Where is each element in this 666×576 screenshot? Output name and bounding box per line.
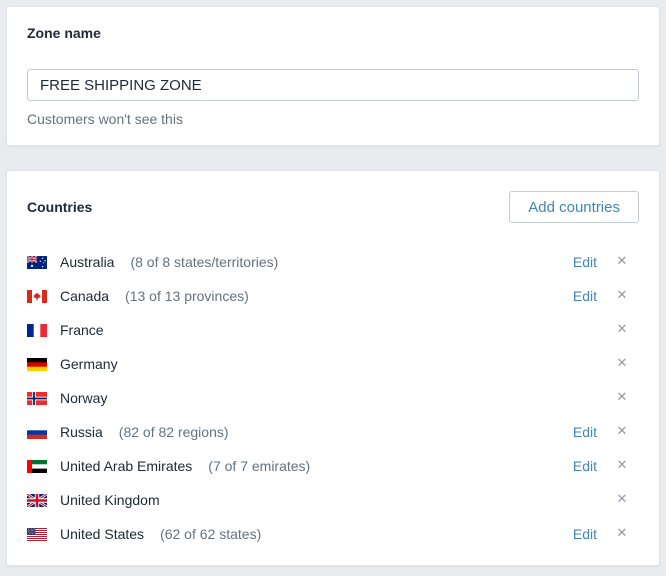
- shipping-zone-settings: Zone name Customers won't see this Count…: [0, 6, 666, 566]
- country-row: Norway ✕: [27, 381, 639, 415]
- remove-country-button[interactable]: ✕: [615, 323, 629, 337]
- country-subcount: (7 of 7 emirates): [208, 458, 311, 474]
- remove-country-button[interactable]: ✕: [615, 289, 629, 303]
- country-subcount: (8 of 8 states/territories): [130, 254, 279, 270]
- country-name: United States: [60, 526, 145, 542]
- remove-country-button[interactable]: ✕: [615, 255, 629, 269]
- country-row: France ✕: [27, 313, 639, 347]
- flag-icon-russia: [27, 425, 47, 439]
- flag-icon-united-states: [27, 527, 47, 541]
- zone-name-input[interactable]: [27, 69, 639, 101]
- country-name: France: [60, 322, 104, 338]
- edit-country-link[interactable]: Edit: [573, 424, 597, 440]
- country-name: Norway: [60, 390, 108, 406]
- add-countries-button[interactable]: Add countries: [509, 191, 639, 223]
- edit-country-link[interactable]: Edit: [573, 254, 597, 270]
- edit-country-link[interactable]: Edit: [573, 526, 597, 542]
- country-name: Russia: [60, 424, 103, 440]
- country-row: Germany ✕: [27, 347, 639, 381]
- country-row: Canada (13 of 13 provinces) Edit ✕: [27, 279, 639, 313]
- country-name: United Kingdom: [60, 492, 160, 508]
- flag-icon-united-arab-emirates: [27, 459, 47, 473]
- country-name: Canada: [60, 288, 110, 304]
- country-list: Australia (8 of 8 states/territories) Ed…: [27, 245, 639, 551]
- countries-card-header: Countries Add countries: [27, 191, 639, 223]
- zone-name-label: Zone name: [27, 25, 101, 41]
- zone-name-card: Zone name Customers won't see this: [6, 6, 660, 146]
- remove-country-button[interactable]: ✕: [615, 527, 629, 541]
- country-row: Australia (8 of 8 states/territories) Ed…: [27, 245, 639, 279]
- country-name: Australia: [60, 254, 115, 270]
- country-subcount: (13 of 13 provinces): [125, 288, 249, 304]
- remove-country-button[interactable]: ✕: [615, 425, 629, 439]
- edit-country-link[interactable]: Edit: [573, 458, 597, 474]
- country-row: Russia (82 of 82 regions) Edit ✕: [27, 415, 639, 449]
- remove-country-button[interactable]: ✕: [615, 493, 629, 507]
- remove-country-button[interactable]: ✕: [615, 459, 629, 473]
- countries-card: Countries Add countries Australia (8 of …: [6, 170, 660, 566]
- country-row: United States (62 of 62 states) Edit ✕: [27, 517, 639, 551]
- country-name: United Arab Emirates: [60, 458, 193, 474]
- flag-icon-norway: [27, 391, 47, 405]
- flag-icon-canada: [27, 289, 47, 303]
- remove-country-button[interactable]: ✕: [615, 391, 629, 405]
- flag-icon-united-kingdom: [27, 493, 47, 507]
- country-name: Germany: [60, 356, 118, 372]
- zone-name-helper-text: Customers won't see this: [27, 111, 183, 127]
- country-subcount: (82 of 82 regions): [118, 424, 229, 440]
- country-row: United Kingdom ✕: [27, 483, 639, 517]
- country-row: United Arab Emirates (7 of 7 emirates) E…: [27, 449, 639, 483]
- remove-country-button[interactable]: ✕: [615, 357, 629, 371]
- flag-icon-australia: [27, 255, 47, 269]
- countries-title: Countries: [27, 199, 93, 215]
- flag-icon-france: [27, 323, 47, 337]
- edit-country-link[interactable]: Edit: [573, 288, 597, 304]
- country-subcount: (62 of 62 states): [160, 526, 262, 542]
- flag-icon-germany: [27, 357, 47, 371]
